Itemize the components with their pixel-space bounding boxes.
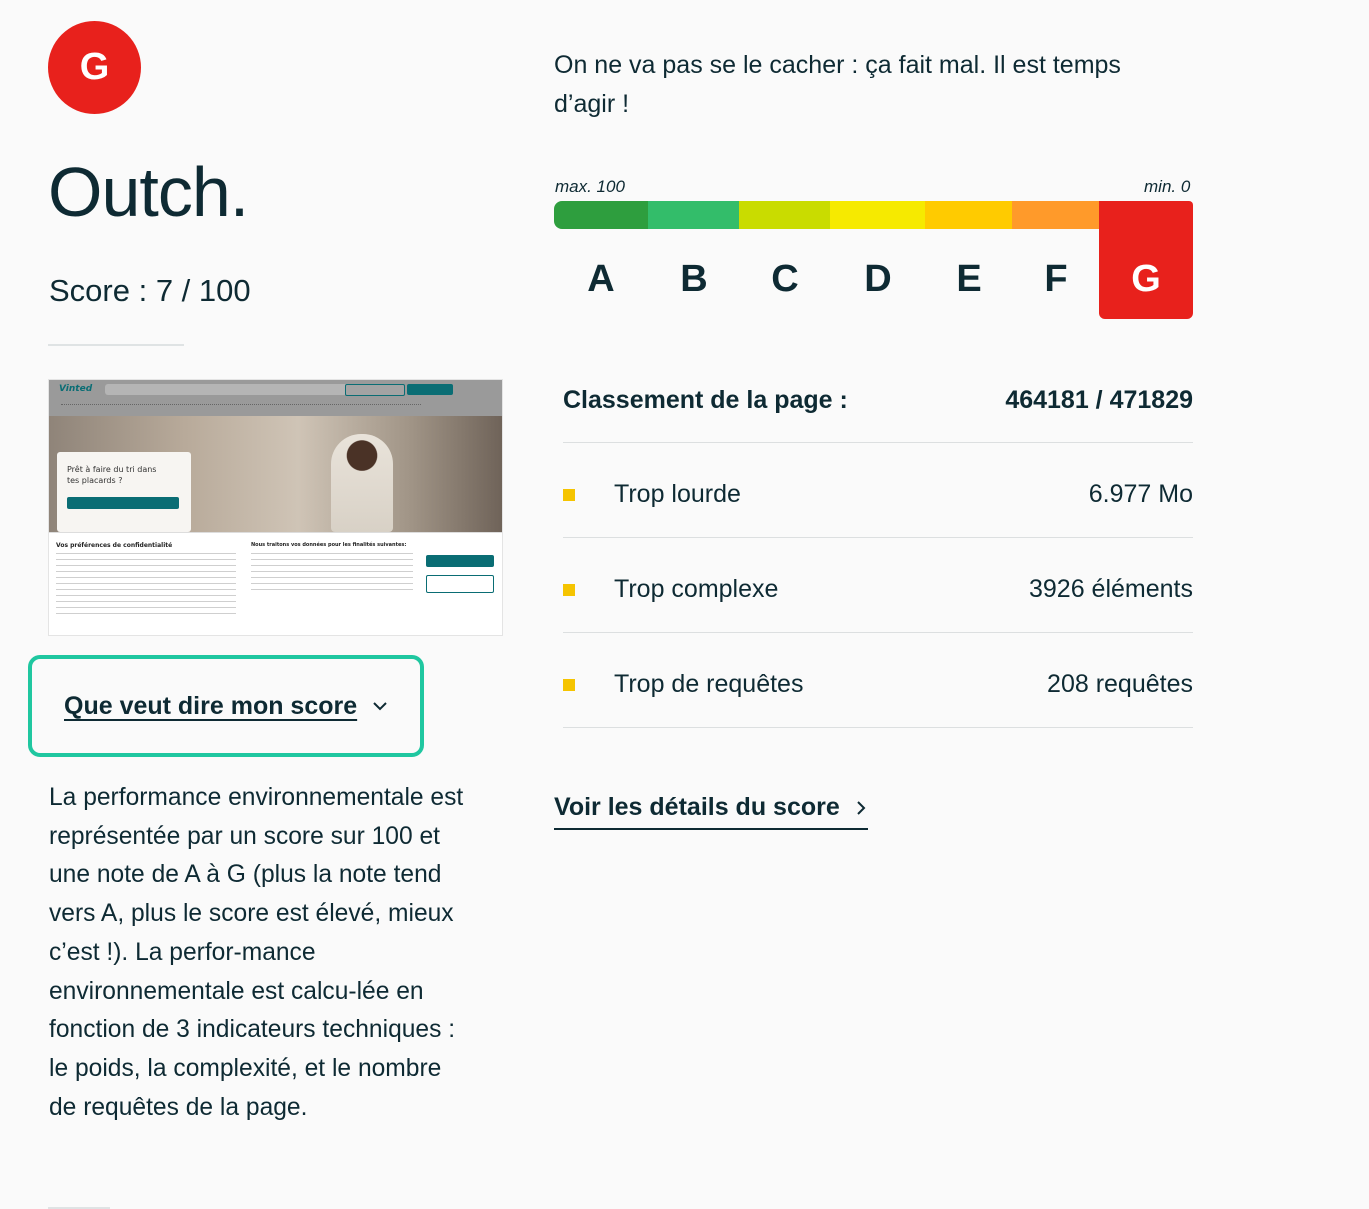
thumbnail-cookie-banner: Vos préférences de confidentialité Nous … — [49, 532, 502, 635]
scale-max-label: max. 100 — [555, 177, 625, 196]
thumbnail-hero-photo — [331, 434, 393, 532]
page-screenshot-thumbnail: Vinted Prêt à faire du tri dans tes plac… — [48, 379, 503, 636]
thumbnail-cookie-title-2: Nous traitons vos données pour les final… — [251, 542, 407, 548]
intro-text: On ne va pas se le cacher : ça fait mal.… — [554, 51, 1121, 118]
scale-segment-d — [830, 201, 925, 229]
metric-value-weight: 6.977 Mo — [1088, 480, 1193, 508]
warning-square-icon — [563, 679, 575, 691]
metric-value-requests: 208 requêtes — [1047, 670, 1193, 698]
grade-letter-c: C — [771, 258, 799, 300]
grade-letter-a: A — [587, 258, 615, 300]
divider — [563, 632, 1193, 633]
grade-letter-e: E — [956, 258, 982, 300]
page-title: Outch. — [48, 153, 249, 231]
grade-scale-bar — [554, 201, 1193, 229]
chevron-right-icon — [857, 800, 866, 815]
score-meaning-accordion[interactable]: Que veut dire mon score — [28, 655, 424, 757]
chevron-down-icon — [373, 702, 387, 711]
score-text: Score : 7 / 100 — [49, 273, 251, 308]
details-link-label: Voir les détails du score — [554, 793, 840, 821]
thumbnail-required-button — [426, 575, 494, 593]
thumbnail-cookie-title: Vos préférences de confidentialité — [56, 542, 173, 549]
grade-badge: G — [48, 21, 141, 114]
scale-segment-f — [1012, 201, 1099, 229]
grade-letter-b: B — [680, 258, 708, 300]
scale-segment-e — [925, 201, 1012, 229]
scale-segment-b — [648, 201, 739, 229]
thumbnail-cookie-text-2 — [251, 553, 413, 593]
thumbnail-logo: Vinted — [59, 384, 93, 394]
score-explanation: La performance environnementale est repr… — [49, 784, 464, 1121]
divider — [563, 537, 1193, 538]
thumbnail-search-bar — [105, 384, 375, 395]
divider — [563, 727, 1193, 728]
thumbnail-cookie-text — [56, 553, 236, 617]
divider — [563, 442, 1193, 443]
thumbnail-sell-button — [407, 384, 453, 395]
thumbnail-hero-button — [67, 497, 179, 509]
view-score-details-link[interactable]: Voir les détails du score — [554, 793, 868, 830]
ranking-value: 464181 / 471829 — [1005, 386, 1193, 414]
metric-label-weight: Trop lourde — [614, 480, 741, 508]
accordion-label: Que veut dire mon score — [64, 691, 358, 720]
warning-square-icon — [563, 584, 575, 596]
divider — [48, 344, 184, 346]
thumbnail-hero-card: Prêt à faire du tri dans tes placards ? — [57, 452, 191, 532]
metric-value-complexity: 3926 éléments — [1028, 575, 1193, 603]
active-grade-highlight: G — [1099, 201, 1193, 319]
warning-square-icon — [563, 489, 575, 501]
scale-segment-a — [554, 201, 648, 229]
thumbnail-accept-button — [426, 555, 494, 567]
thumbnail-nav — [61, 404, 421, 409]
metric-label-requests: Trop de requêtes — [614, 670, 804, 698]
ranking-label: Classement de la page : — [563, 386, 848, 414]
grade-letter-d: D — [864, 258, 892, 300]
scale-segment-c — [739, 201, 830, 229]
thumbnail-login-button — [345, 384, 405, 396]
thumbnail-header: Vinted — [49, 380, 502, 416]
grade-letter-f: F — [1044, 258, 1068, 300]
active-grade-letter: G — [1131, 258, 1161, 300]
scale-min-label: min. 0 — [1144, 177, 1191, 196]
metric-label-complexity: Trop complexe — [614, 575, 779, 603]
thumbnail-hero-text: Prêt à faire du tri dans tes placards ? — [67, 465, 157, 485]
